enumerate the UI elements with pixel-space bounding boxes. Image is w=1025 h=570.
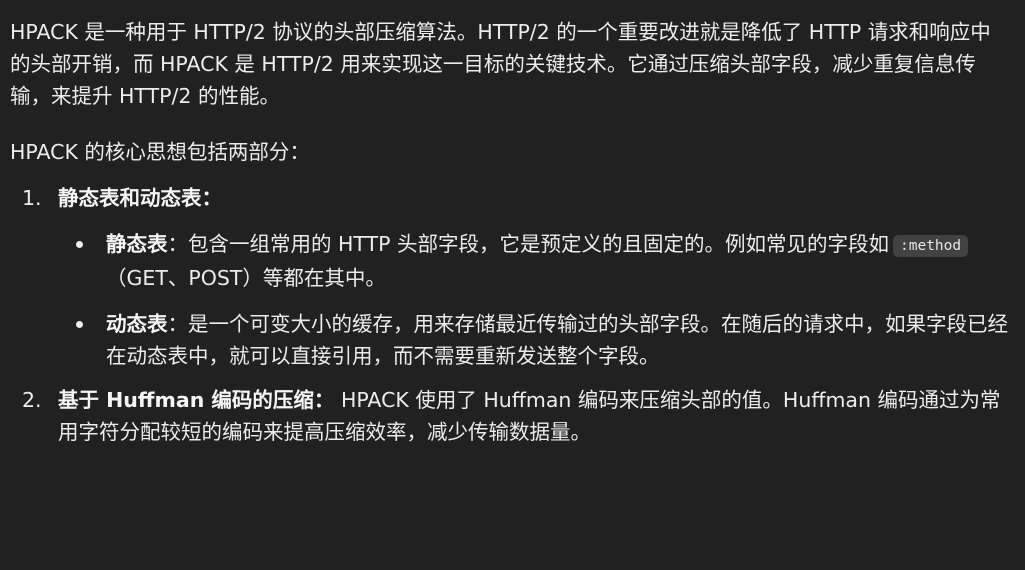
list-number: 2. <box>22 388 42 412</box>
list-item-static-dynamic-tables: 1. 静态表和动态表： 静态表：包含一组常用的 HTTP 头部字段，它是预定义的… <box>10 182 1009 372</box>
sub-bullet-list: 静态表：包含一组常用的 HTTP 头部字段，它是预定义的且固定的。例如常见的字段… <box>58 228 1009 372</box>
bullet-text: ：包含一组常用的 HTTP 头部字段，它是预定义的且固定的。例如常见的字段如 <box>167 232 890 256</box>
bullet-term: 动态表 <box>106 312 168 336</box>
lead-paragraph: HPACK 的核心思想包括两部分： <box>10 140 310 164</box>
list-item-huffman: 2. 基于 Huffman 编码的压缩： HPACK 使用了 Huffman 编… <box>10 384 1009 448</box>
list-item-title: 基于 Huffman 编码的压缩： <box>58 388 335 412</box>
intro-paragraph: HPACK 是一种用于 HTTP/2 协议的头部压缩算法。HTTP/2 的一个重… <box>10 20 991 108</box>
message-content: HPACK 是一种用于 HTTP/2 协议的头部压缩算法。HTTP/2 的一个重… <box>0 0 1025 570</box>
inline-code: :method <box>893 235 969 257</box>
bullet-dynamic-table: 动态表：是一个可变大小的缓存，用来存储最近传输过的头部字段。在随后的请求中，如果… <box>58 308 1009 372</box>
list-item-title: 静态表和动态表： <box>58 186 222 210</box>
bullet-text: ：是一个可变大小的缓存，用来存储最近传输过的头部字段。在随后的请求中，如果字段已… <box>106 312 1008 368</box>
bullet-text-after: （GET、POST）等都在其中。 <box>106 266 386 290</box>
bullet-dot-icon <box>76 241 83 248</box>
bullet-dot-icon <box>76 321 83 328</box>
bullet-static-table: 静态表：包含一组常用的 HTTP 头部字段，它是预定义的且固定的。例如常见的字段… <box>58 228 1009 294</box>
list-number: 1. <box>22 186 42 210</box>
bullet-term: 静态表 <box>106 232 168 256</box>
